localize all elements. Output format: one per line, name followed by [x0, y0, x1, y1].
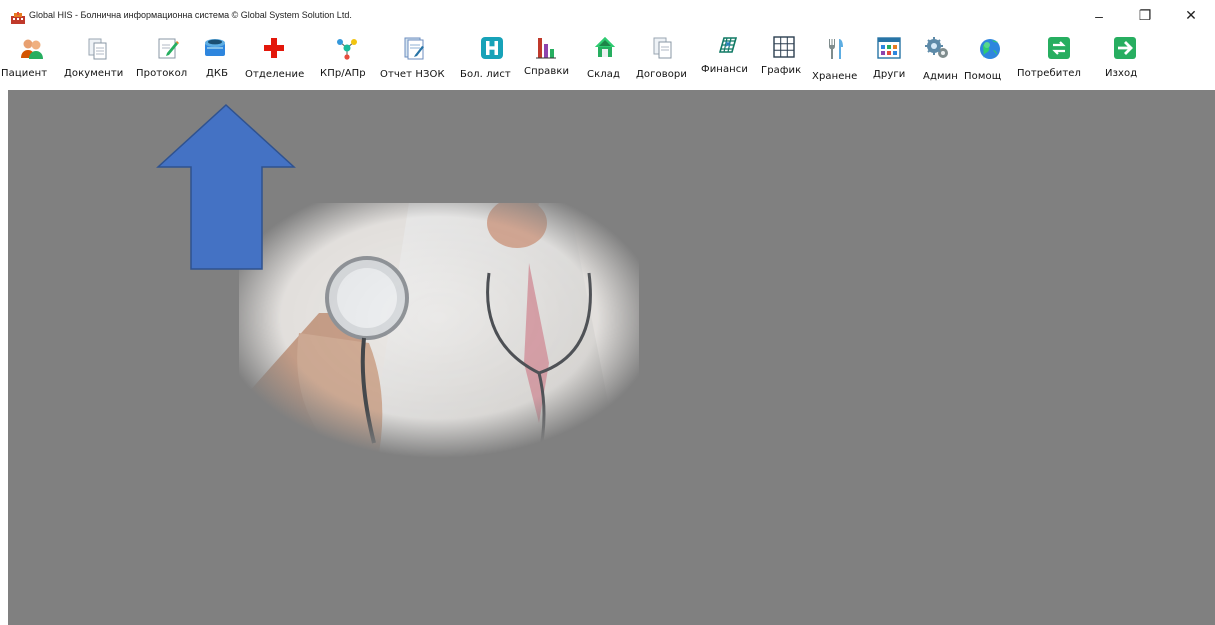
- red-cross-icon: [262, 36, 286, 60]
- toolbar-button-contracts[interactable]: Договори: [632, 31, 698, 90]
- toolbar-label: Отделение: [245, 69, 305, 80]
- hospital-icon: [480, 36, 504, 60]
- toolbar-button-schedule[interactable]: График: [759, 31, 809, 90]
- dkb-icon: [203, 35, 227, 59]
- exit-icon: [1113, 36, 1137, 60]
- toolbar-label: Протокол: [136, 68, 188, 79]
- window-title: Global HIS - Болнична информационна сист…: [29, 10, 352, 20]
- toolbar-label: Документи: [64, 68, 124, 79]
- finance-icon: [716, 34, 740, 58]
- toolbar-label: Изход: [1105, 68, 1138, 79]
- toolbar-button-protocol[interactable]: Протокол: [135, 31, 198, 90]
- main-toolbar: Пациент Документи Протокол ДКБ Отделение…: [0, 31, 1215, 90]
- toolbar-button-department[interactable]: Отделение: [238, 31, 314, 90]
- toolbar-button-nutrition[interactable]: Хранене: [809, 31, 867, 90]
- toolbar-button-exit[interactable]: Изход: [1100, 31, 1150, 90]
- toolbar-button-user[interactable]: Потребител: [1017, 31, 1100, 90]
- grid-icon: [772, 35, 796, 59]
- gears-icon: [925, 36, 949, 60]
- toolbar-label: Потребител: [1017, 68, 1081, 79]
- toolbar-label: ДКБ: [206, 68, 229, 79]
- toolbar-button-help[interactable]: Помощ: [961, 31, 1017, 90]
- toolbar-button-warehouse[interactable]: Склад: [583, 31, 632, 90]
- documents-icon: [86, 37, 110, 61]
- help-globe-icon: [978, 37, 1002, 61]
- toolbar-label: Финанси: [701, 64, 749, 75]
- toolbar-button-kpr-apr[interactable]: КПр/АПр: [314, 31, 377, 90]
- toolbar-label: График: [761, 65, 802, 76]
- report-icon: [402, 36, 426, 60]
- toolbar-button-admin[interactable]: Админ: [914, 31, 961, 90]
- toolbar-label: Други: [873, 69, 906, 80]
- toolbar-button-patient[interactable]: Пациент: [0, 31, 62, 90]
- left-border: [0, 90, 8, 625]
- toolbar-label: Помощ: [964, 71, 1002, 82]
- warehouse-icon: [593, 35, 617, 59]
- toolbar-label: Отчет НЗОК: [380, 69, 445, 80]
- annotation-up-arrow: [156, 103, 296, 270]
- toolbar-label: Бол. лист: [460, 69, 511, 80]
- toolbar-button-report-nzok[interactable]: Отчет НЗОК: [377, 31, 455, 90]
- title-bar: Global HIS - Болнична информационна сист…: [0, 0, 1215, 31]
- minimize-button[interactable]: –: [1076, 0, 1122, 31]
- bar-chart-icon: [534, 36, 558, 60]
- toolbar-label: Справки: [524, 66, 570, 77]
- toolbar-label: Договори: [636, 69, 687, 80]
- toolbar-button-sick-leave[interactable]: Бол. лист: [455, 31, 519, 90]
- toolbar-button-references[interactable]: Справки: [519, 31, 583, 90]
- toolbar-button-documents[interactable]: Документи: [62, 31, 135, 90]
- protocol-icon: [156, 36, 180, 60]
- toolbar-button-other[interactable]: Други: [867, 31, 914, 90]
- contract-icon: [651, 36, 675, 60]
- app-logo-icon: [11, 11, 25, 24]
- toolbar-button-finance[interactable]: Финанси: [698, 31, 759, 90]
- toolbar-label: КПр/АПр: [320, 68, 366, 79]
- toolbar-label: Хранене: [812, 71, 858, 82]
- switch-user-icon: [1047, 36, 1071, 60]
- workspace-area: [8, 90, 1215, 625]
- close-button[interactable]: ✕: [1168, 0, 1214, 31]
- cutlery-icon: [823, 37, 847, 61]
- toolbar-label: Админ: [923, 71, 958, 82]
- doctor-stethoscope-image: [239, 198, 639, 459]
- apps-icon: [877, 36, 901, 60]
- toolbar-label: Пациент: [1, 68, 48, 79]
- patients-icon: [20, 37, 44, 61]
- toolbar-button-dkb[interactable]: ДКБ: [198, 31, 238, 90]
- molecule-icon: [335, 36, 359, 60]
- restore-button[interactable]: ❐: [1122, 0, 1168, 31]
- toolbar-label: Склад: [587, 69, 620, 80]
